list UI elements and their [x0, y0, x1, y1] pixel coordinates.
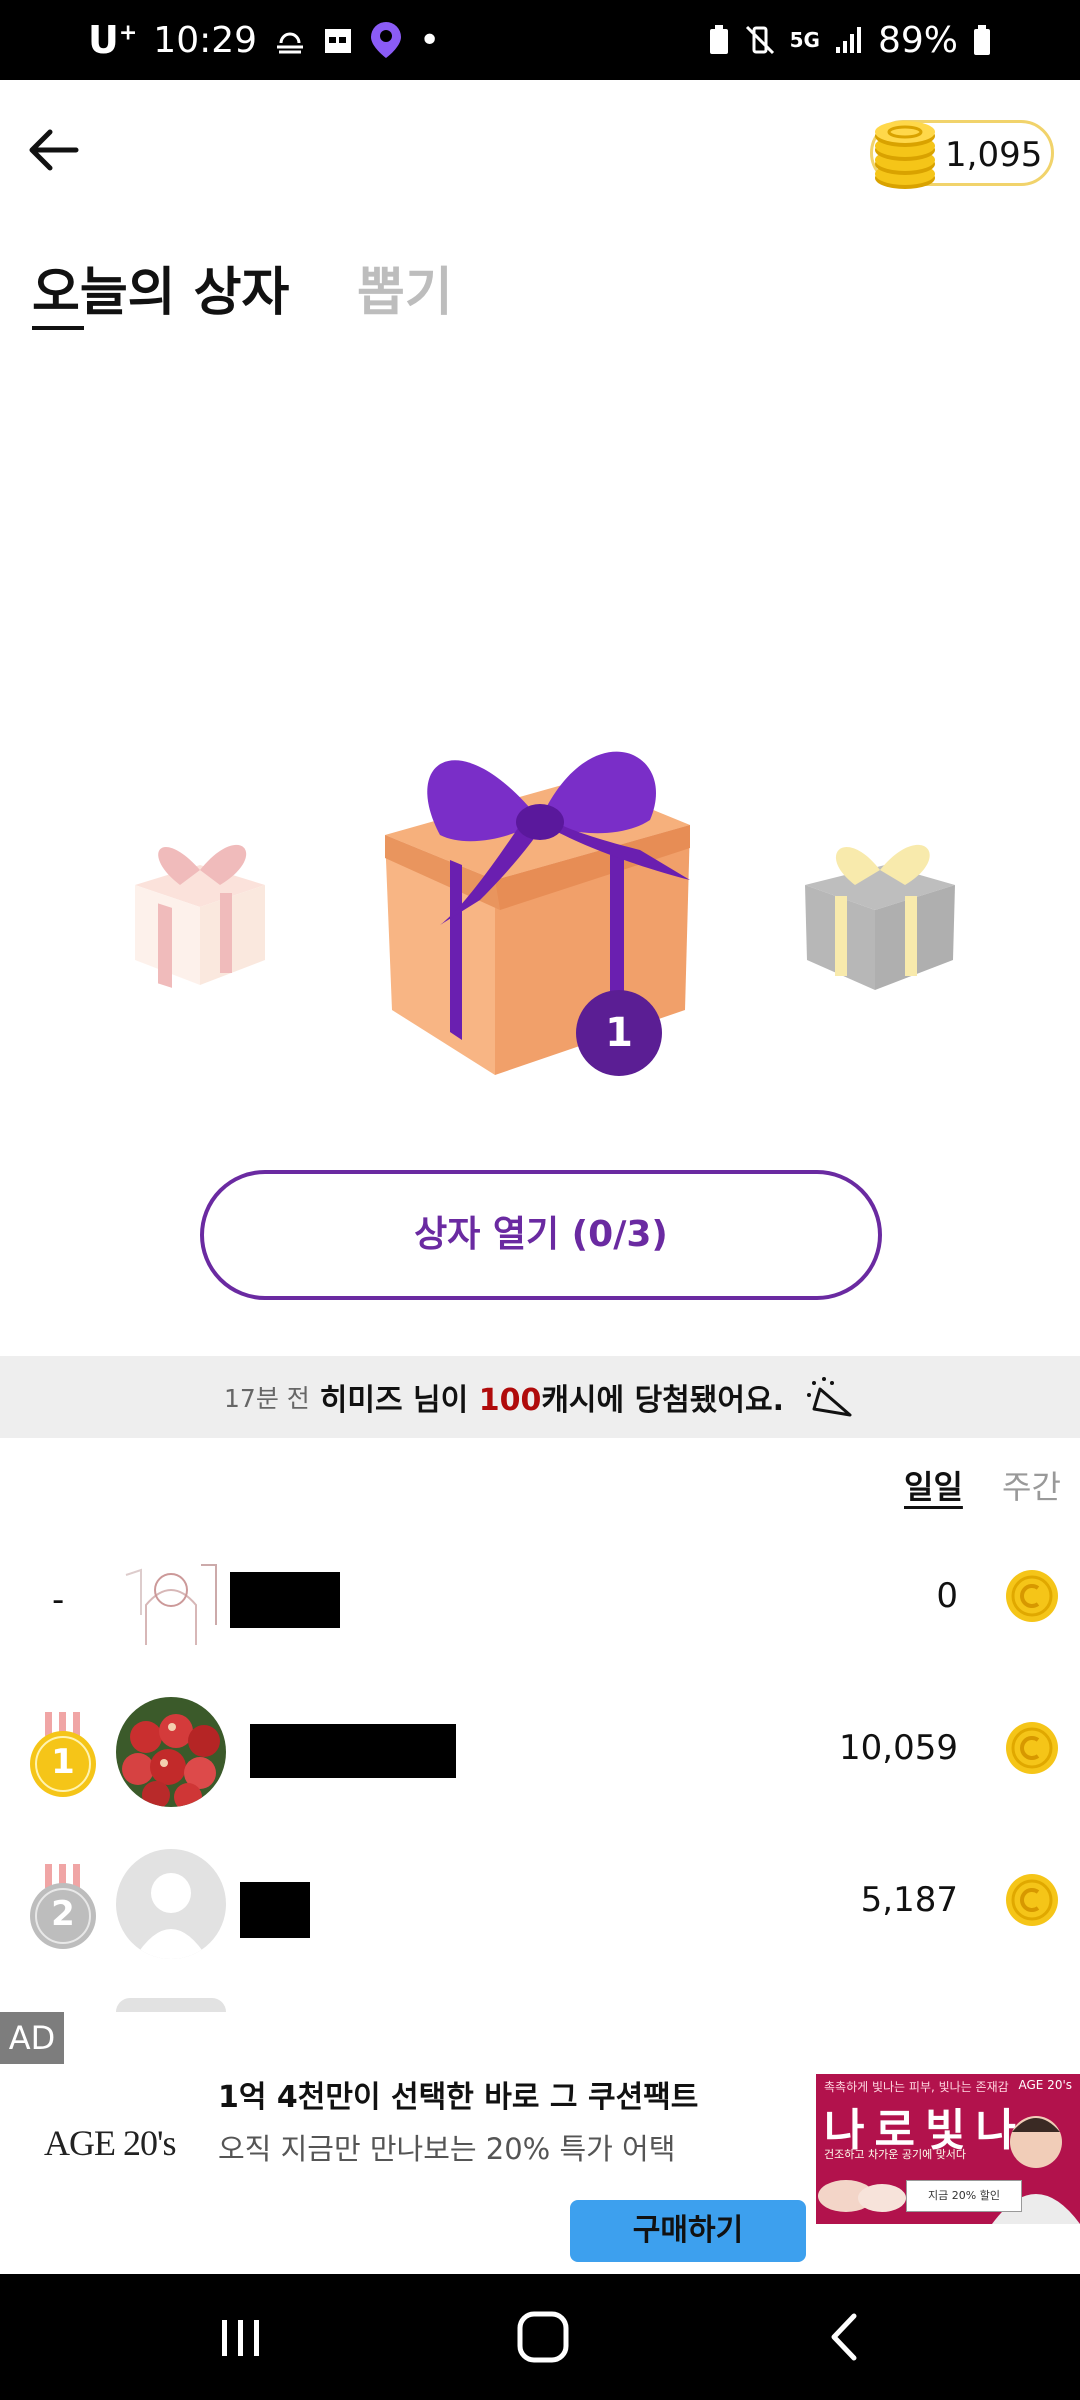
redacted-name: [240, 1882, 310, 1938]
weather-icon: [277, 32, 304, 54]
coin-icon: [1006, 1874, 1058, 1926]
ad-tag: AD: [0, 2012, 64, 2064]
silver-medal-icon: 2: [28, 1864, 98, 1954]
calendar-icon: [325, 29, 352, 53]
battery-icon: [974, 25, 990, 55]
score: 0: [936, 1576, 958, 1616]
redacted-name: [250, 1724, 456, 1778]
ticker-message: 히미즈 님이 100캐시에 당첨됐어요.: [319, 1383, 784, 1418]
system-nav-bar: [0, 2274, 1080, 2400]
ranking-row-self[interactable]: - 0: [0, 1530, 1080, 1670]
period-tab-weekly[interactable]: 주간: [1002, 1462, 1061, 1508]
ad-image[interactable]: 촉촉하게 빛나는 피부, 빛나는 존재감 AGE 20's 나로빛나 건조하고 …: [816, 2074, 1080, 2224]
carrier-label: U+: [88, 18, 138, 62]
ranking-row[interactable]: 2 5,187: [0, 1834, 1080, 1974]
score: 10,059: [839, 1728, 958, 1768]
gold-medal-icon: 1: [28, 1712, 98, 1802]
vibrate-mute-icon: [745, 25, 774, 55]
coin-icon: [1006, 1570, 1058, 1622]
ad-brand-logo: AGE 20's: [44, 2123, 176, 2163]
back-nav-icon[interactable]: [810, 2304, 880, 2370]
rank-label: -: [52, 1580, 65, 1620]
tab-draw[interactable]: 뽑기: [357, 250, 453, 325]
gift-box-gray-icon[interactable]: [795, 820, 960, 995]
tab-todays-box[interactable]: 오늘의 상자: [32, 250, 289, 325]
open-box-button[interactable]: 상자 열기 (0/3): [200, 1170, 882, 1300]
redacted-name: [230, 1572, 340, 1628]
gift-box-pink-icon[interactable]: [120, 815, 280, 990]
ticker-time: 17분 전: [224, 1384, 310, 1413]
coin-balance-pill[interactable]: 1,095: [870, 120, 1054, 189]
clock: 10:29: [153, 19, 258, 61]
avatar-default: [116, 1849, 226, 1959]
network-type-label: 5G: [789, 28, 820, 52]
tab-active-underline: [32, 326, 84, 330]
gift-count-badge: 1: [576, 990, 662, 1076]
battery-saver-icon: [709, 25, 728, 54]
avatar-apples: [116, 1697, 226, 1807]
ad-buy-button[interactable]: 구매하기: [570, 2200, 806, 2262]
back-arrow-icon[interactable]: [22, 118, 86, 182]
coin-balance-amount: 1,095: [945, 135, 1043, 175]
battery-percent: 89%: [877, 19, 958, 61]
ad-banner[interactable]: AD AGE 20's 1억 4천만이 선택한 바로 그 쿠션팩트 오직 지금만…: [0, 2012, 1080, 2274]
notification-dot-icon: •: [419, 19, 441, 61]
avatar-partial: [116, 1998, 226, 2012]
coin-stack-icon: [875, 121, 935, 189]
ranking-row[interactable]: 1 10,059: [0, 1682, 1080, 1822]
signal-icon: [835, 27, 861, 53]
ad-description: 오직 지금만 만나보는 20% 특가 어택: [218, 2132, 676, 2166]
location-pin-icon: [371, 22, 402, 58]
avatar-sketch: [116, 1545, 226, 1655]
status-bar: U+ 10:29 • 5G 89%: [0, 0, 1080, 80]
winner-ticker: 17분 전 히미즈 님이 100캐시에 당첨됐어요.: [0, 1356, 1080, 1438]
score: 5,187: [860, 1880, 958, 1920]
recent-apps-icon[interactable]: [206, 2304, 276, 2370]
coin-icon: [1006, 1722, 1058, 1774]
party-popper-icon: [806, 1377, 852, 1417]
period-tab-daily[interactable]: 일일: [904, 1462, 963, 1508]
ad-title: 1억 4천만이 선택한 바로 그 쿠션팩트: [218, 2080, 699, 2115]
home-icon[interactable]: [508, 2304, 578, 2370]
